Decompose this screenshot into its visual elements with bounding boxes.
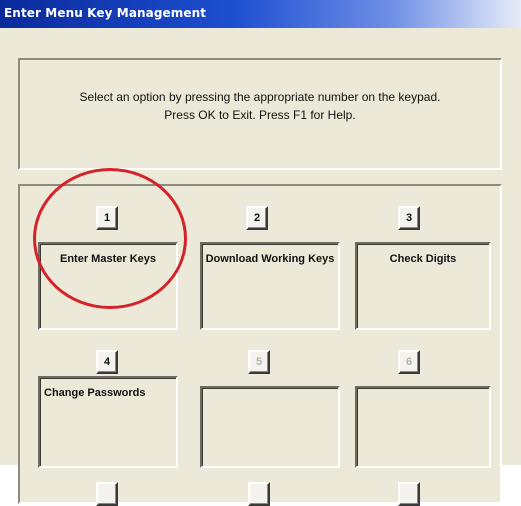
key-9-button[interactable] xyxy=(398,482,420,506)
instructions-panel: Select an option by pressing the appropr… xyxy=(18,58,502,170)
options-panel: 1 2 3 Enter Master Keys Download Working… xyxy=(18,184,502,506)
option-enter-master-keys[interactable]: Enter Master Keys xyxy=(38,242,178,330)
key-5-button[interactable]: 5 xyxy=(248,350,270,374)
option-label: Enter Master Keys xyxy=(60,253,156,265)
key-7-button[interactable] xyxy=(96,482,118,506)
option-check-digits[interactable]: Check Digits xyxy=(355,242,491,330)
key-1-button[interactable]: 1 xyxy=(96,206,118,230)
instructions-line-2: Press OK to Exit. Press F1 for Help. xyxy=(164,108,356,122)
key-4-button[interactable]: 4 xyxy=(96,350,118,374)
title-bar[interactable]: Enter Menu Key Management xyxy=(0,0,521,28)
option-empty-5[interactable] xyxy=(200,386,340,468)
window-title: Enter Menu Key Management xyxy=(4,6,207,20)
key-3-button[interactable]: 3 xyxy=(398,206,420,230)
option-download-working-keys[interactable]: Download Working Keys xyxy=(200,242,340,330)
key-8-button[interactable] xyxy=(248,482,270,506)
option-empty-6[interactable] xyxy=(355,386,491,468)
instructions-line-1: Select an option by pressing the appropr… xyxy=(79,90,441,104)
key-6-button[interactable]: 6 xyxy=(398,350,420,374)
window-client-area: Select an option by pressing the appropr… xyxy=(0,28,521,506)
option-label: Check Digits xyxy=(389,253,457,265)
key-2-button[interactable]: 2 xyxy=(246,206,268,230)
option-change-passwords[interactable]: Change Passwords xyxy=(38,376,178,468)
option-label: Change Passwords xyxy=(44,387,146,399)
option-label: Download Working Keys xyxy=(205,253,335,265)
